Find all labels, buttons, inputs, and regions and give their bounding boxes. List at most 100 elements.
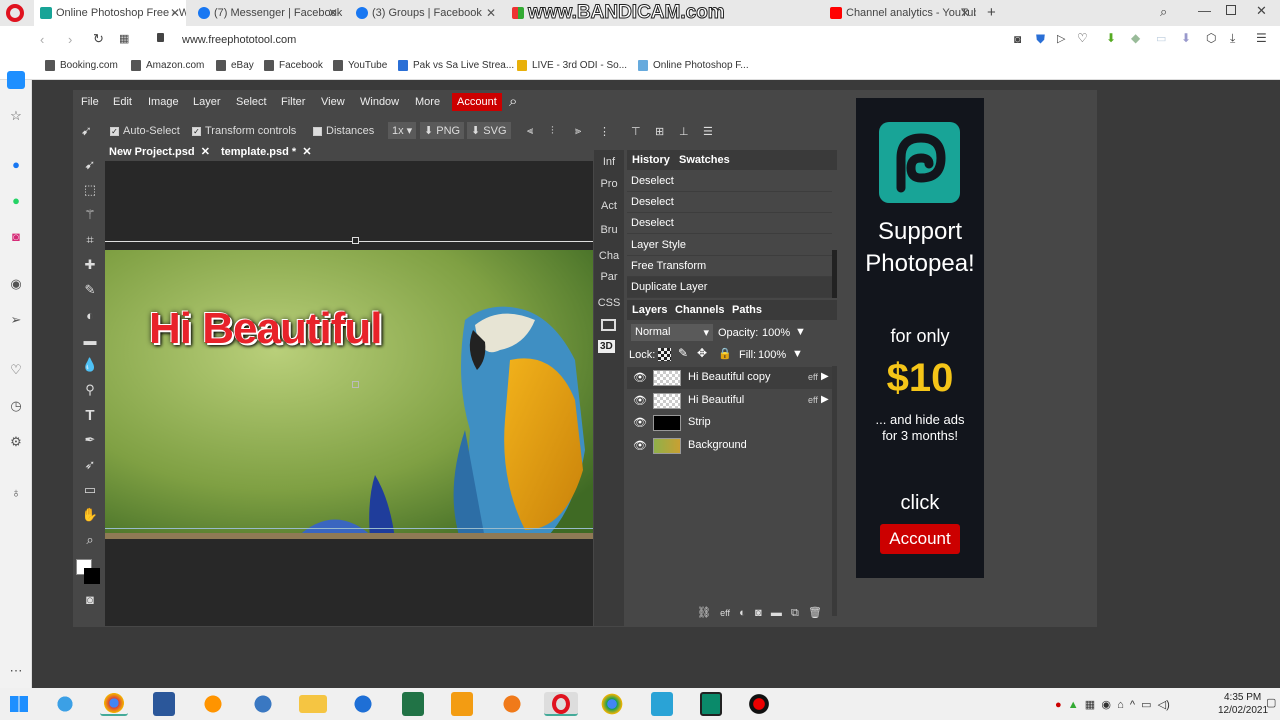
close-icon[interactable]: ✕: [486, 6, 496, 20]
reload-icon[interactable]: ↻: [93, 31, 104, 47]
browser-tab-1[interactable]: Online Photoshop Free - W ✕: [34, 0, 186, 26]
dodge-tool-icon[interactable]: ⚲: [81, 381, 99, 399]
menu-image[interactable]: Image: [148, 96, 179, 108]
bandicam-record-icon[interactable]: [745, 692, 773, 716]
network-tray-icon[interactable]: ▭: [1141, 699, 1151, 711]
expand-effects-icon[interactable]: ▶: [821, 394, 829, 405]
align-bottom-icon[interactable]: ⊥: [679, 125, 689, 138]
menu-file[interactable]: File: [81, 96, 99, 108]
new-layer-icon[interactable]: ⧉: [791, 607, 799, 619]
canvas-image[interactable]: Hi Beautiful: [105, 250, 593, 539]
tips-icon[interactable]: ♁: [8, 484, 24, 500]
bookmark-amazon[interactable]: Amazon.com: [131, 60, 204, 71]
adjustment-layer-icon[interactable]: ◐: [739, 607, 746, 619]
align-left-icon[interactable]: ⫷: [527, 125, 533, 138]
lock-brush-icon[interactable]: ✎: [678, 346, 688, 360]
crop-tool-icon[interactable]: ⌗: [81, 231, 99, 249]
layer-row[interactable]: 👁 Strip: [627, 412, 832, 434]
bookmark-facebook[interactable]: Facebook: [264, 60, 323, 71]
close-icon[interactable]: ✕: [328, 6, 338, 20]
close-icon[interactable]: ✕: [302, 146, 311, 158]
menu-filter[interactable]: Filter: [281, 96, 305, 108]
camera-icon[interactable]: ◙: [1014, 32, 1021, 46]
bookmark-star-icon[interactable]: ☆: [8, 108, 24, 124]
extension-icon-3[interactable]: ⬇: [1181, 31, 1191, 45]
layer-effects-badge[interactable]: eff: [808, 372, 818, 382]
account-button[interactable]: Account: [452, 93, 502, 111]
network-icon[interactable]: [249, 692, 277, 716]
side-tab-css[interactable]: CSS: [594, 297, 624, 309]
downloads-icon[interactable]: ⤓: [1230, 31, 1235, 46]
whatsapp-icon[interactable]: ●: [8, 192, 24, 208]
layer-effects-badge[interactable]: eff: [808, 395, 818, 405]
align-middle-icon[interactable]: ⊞: [655, 125, 664, 138]
app-swirl-icon[interactable]: [498, 692, 526, 716]
gradient-tool-icon[interactable]: ▬: [81, 331, 99, 349]
lock-all-icon[interactable]: 🔒: [718, 347, 732, 360]
file-explorer-icon[interactable]: [299, 695, 327, 713]
opacity-dropdown-icon[interactable]: ▼: [795, 326, 806, 338]
close-icon[interactable]: ✕: [170, 6, 180, 20]
history-item[interactable]: Layer Style: [627, 235, 832, 256]
app-s-icon[interactable]: [700, 692, 722, 716]
menu-select[interactable]: Select: [236, 96, 267, 108]
layer-row[interactable]: 👁 Hi Beautiful eff ▶: [627, 390, 832, 412]
more-icon[interactable]: ⋯: [8, 663, 24, 679]
close-window-icon[interactable]: ✕: [1256, 3, 1267, 19]
lock-move-icon[interactable]: ✥: [697, 346, 707, 360]
windows-start-icon[interactable]: [10, 696, 28, 712]
doc-tab-template[interactable]: template.psd * ✕: [221, 145, 312, 158]
path-select-icon[interactable]: ➶: [81, 456, 99, 474]
transform-handle[interactable]: [352, 237, 359, 244]
healing-tool-icon[interactable]: ✚: [81, 256, 99, 274]
eye-icon[interactable]: 👁: [633, 394, 647, 407]
marquee-tool-icon[interactable]: ⬚: [81, 181, 99, 199]
fill-value[interactable]: 100%: [758, 349, 786, 361]
messenger-icon[interactable]: ●: [8, 156, 24, 172]
shape-tool-icon[interactable]: ▭: [81, 481, 99, 499]
heart-icon[interactable]: ♡: [8, 362, 24, 378]
vpn-shield-icon[interactable]: ⛊: [1036, 32, 1045, 47]
chrome-icon[interactable]: [100, 692, 128, 716]
eye-icon[interactable]: 👁: [633, 439, 647, 452]
distribute-icon[interactable]: ⋮: [599, 125, 610, 138]
lock-transparency-icon[interactable]: [658, 348, 671, 361]
blend-mode-select[interactable]: Normal ▾: [631, 324, 713, 341]
align-top-icon[interactable]: ⊤: [631, 125, 641, 138]
close-icon[interactable]: ✕: [201, 146, 210, 158]
align-right-icon[interactable]: ⫸: [575, 125, 581, 138]
history-item[interactable]: Duplicate Layer: [627, 277, 832, 298]
settings-icon[interactable]: ⚙: [8, 434, 24, 450]
export-png-button[interactable]: ⬇ PNG: [420, 122, 465, 139]
show-hidden-icon[interactable]: ^: [1130, 699, 1135, 711]
tray-icon-3[interactable]: ◉: [1101, 699, 1111, 711]
tab-layers[interactable]: Layers: [632, 304, 667, 316]
brush-tool-icon[interactable]: ✎: [81, 281, 99, 299]
history-item[interactable]: Deselect: [627, 213, 832, 234]
tab-swatches[interactable]: Swatches: [679, 154, 730, 166]
browser-tab-5[interactable]: Channel analytics - YouTub ✕: [824, 0, 976, 26]
new-group-icon[interactable]: ▬: [771, 607, 782, 619]
record-tray-icon[interactable]: ●: [1055, 699, 1062, 711]
blur-tool-icon[interactable]: 💧: [81, 356, 99, 374]
forward-icon[interactable]: ›: [68, 32, 72, 47]
tab-history[interactable]: History: [632, 154, 670, 166]
search-tabs-icon[interactable]: ⌕: [1160, 4, 1167, 20]
firefox-icon[interactable]: [199, 692, 227, 716]
browser-tab-3[interactable]: (3) Groups | Facebook ✕: [350, 0, 502, 26]
volume-icon[interactable]: ◁): [1158, 699, 1170, 711]
bookmark-live-odi[interactable]: LIVE - 3rd ODI - So...: [517, 60, 627, 71]
menu-icon[interactable]: ☰: [1256, 31, 1267, 45]
excel-icon[interactable]: [402, 692, 424, 716]
download-ext-icon[interactable]: ⬇: [1106, 31, 1116, 45]
heart-icon[interactable]: ♡: [1077, 31, 1088, 45]
eraser-tool-icon[interactable]: ◐: [81, 306, 99, 324]
expand-effects-icon[interactable]: ▶: [821, 371, 829, 382]
extension-icon[interactable]: ◆: [1131, 31, 1140, 45]
side-tab-properties[interactable]: Pro: [594, 178, 624, 190]
send-icon[interactable]: ➢: [8, 312, 24, 328]
zoom-tool-icon[interactable]: ⌕: [81, 531, 99, 549]
distribute-v-icon[interactable]: ☰: [703, 125, 713, 138]
bookmark-online-photoshop[interactable]: Online Photoshop F...: [638, 60, 749, 71]
magic-wand-icon[interactable]: ⚚: [81, 206, 99, 224]
